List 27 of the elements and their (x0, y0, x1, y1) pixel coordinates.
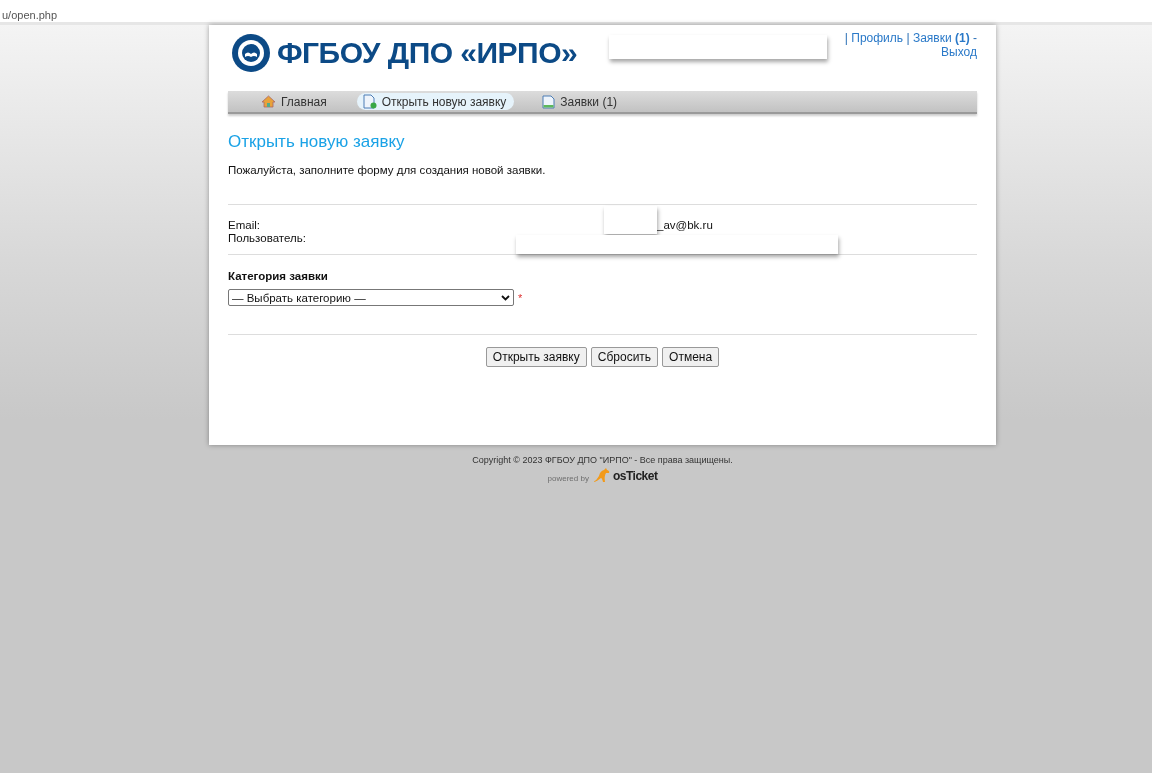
form-button[interactable]: Отмена (662, 347, 720, 367)
nav-tab[interactable]: Открыть новую заявку (356, 93, 515, 110)
user-link[interactable]: Заявки (1) (912, 31, 970, 45)
form-button[interactable]: Открыть заявку (485, 347, 587, 367)
page-url: u/open.php (2, 8, 58, 22)
required-mark: * (518, 291, 523, 304)
page-title: Открыть новую заявку (228, 132, 406, 152)
field-label: Пользователь: (228, 232, 307, 244)
chevron-icon (501, 294, 510, 301)
user-link[interactable]: Выход (941, 45, 977, 59)
brand-text: osTicket (612, 469, 658, 483)
intro-text: Пожалуйста, заполните форму для создания новой заявки. (228, 164, 547, 176)
nav-tab[interactable]: Заявки (1) (536, 93, 626, 110)
document-icon (542, 94, 556, 109)
powered-by-text: powered by (547, 474, 589, 483)
category-select[interactable]: — Выбрать категорию — (228, 289, 514, 306)
form-button[interactable]: Сбросить (590, 347, 659, 367)
emblem-icon (231, 33, 271, 73)
field-value: _av@bk.ru (657, 219, 714, 231)
logo-text: ФГБОУ ДПО «ИРПО» (277, 36, 578, 70)
nav-tab[interactable]: Главная (255, 93, 335, 110)
field-label: Email: (228, 219, 261, 231)
section-label: Категория заявки (228, 270, 329, 282)
house-icon (261, 95, 276, 108)
copyright-text: Copyright © 2023 ФГБОУ ДПО "ИРПО" - Все права защищены. (472, 455, 733, 465)
document-plus-icon (362, 94, 377, 109)
user-link[interactable]: Профиль (851, 31, 904, 45)
